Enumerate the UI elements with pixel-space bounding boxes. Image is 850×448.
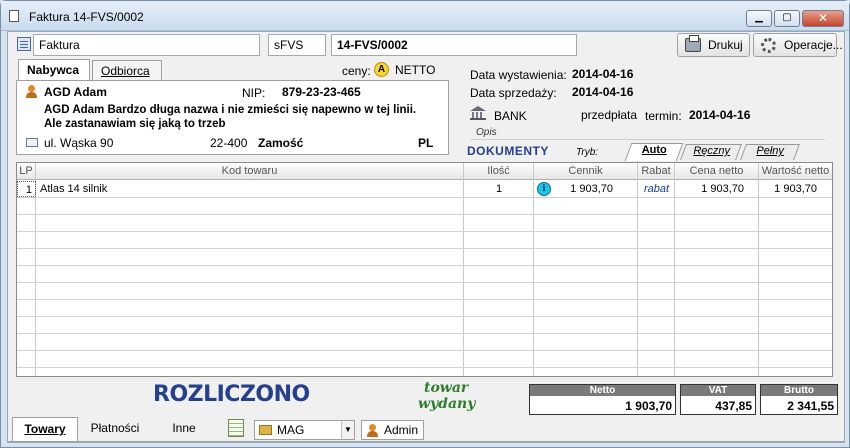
tab-goods[interactable]: Towary	[12, 417, 78, 441]
vat-total-value: 437,85	[715, 399, 752, 413]
row-line	[17, 214, 832, 215]
cell-price-list[interactable]: 1 903,70	[552, 181, 616, 197]
net-total-label: Netto	[530, 385, 675, 396]
gross-total-box: Brutto 2 341,55	[760, 384, 838, 415]
tab-auto[interactable]: Auto	[624, 143, 684, 161]
series-field[interactable]: sFVS	[268, 34, 326, 56]
buyer-postal-code: 22-400	[210, 136, 248, 150]
items-table: LP Kod towaru Ilość Cennik Rabat Cena ne…	[16, 162, 833, 377]
payment-kind[interactable]: przedpłata	[581, 108, 637, 122]
app-icon	[9, 10, 19, 22]
cell-discount[interactable]: rabat	[638, 181, 675, 197]
row-line	[17, 350, 832, 351]
tab-payments[interactable]: Płatności	[81, 417, 149, 441]
price-level-badge[interactable]: A	[374, 62, 389, 77]
sale-date-label: Data sprzedaży:	[470, 86, 557, 100]
buyer-short-name[interactable]: AGD Adam	[44, 85, 107, 99]
user-button[interactable]: Admin	[361, 420, 424, 440]
description-label[interactable]: Opis	[476, 127, 497, 138]
cell-lp[interactable]: 1	[17, 181, 36, 197]
separator	[470, 139, 825, 140]
cell-qty[interactable]: 1	[464, 181, 534, 197]
row-line	[17, 299, 832, 300]
row-line	[17, 265, 832, 266]
gross-total-label: Brutto	[761, 385, 837, 396]
buyer-panel: AGD Adam NIP: 879-23-23-465 AGD Adam Bar…	[16, 80, 449, 155]
mode-label: Tryb:	[576, 147, 599, 158]
buyer-city: Zamość	[258, 136, 304, 150]
tab-buyer[interactable]: Nabywca	[18, 59, 90, 80]
printer-icon	[685, 35, 701, 52]
nip-label: NIP:	[242, 86, 266, 100]
cell-net-price[interactable]: 1 903,70	[675, 181, 747, 197]
issue-date[interactable]: 2014-04-16	[572, 67, 633, 81]
row-line	[17, 282, 832, 283]
net-total-box: Netto 1 903,70	[529, 384, 676, 415]
warehouse-select[interactable]: MAG ▼	[254, 420, 355, 440]
tab-full[interactable]: Pełny	[740, 144, 800, 160]
payment-method[interactable]: BANK	[494, 109, 527, 123]
window-content: Faktura sFVS 14-FVS/0002 Drukuj Operacje…	[7, 31, 845, 443]
user-name: Admin	[384, 423, 419, 437]
gross-total-value: 2 341,55	[787, 399, 834, 413]
user-icon	[366, 424, 379, 437]
row-line	[17, 248, 832, 249]
term-date[interactable]: 2014-04-16	[689, 108, 750, 122]
person-icon	[25, 85, 38, 98]
print-button[interactable]: Drukuj	[677, 33, 750, 57]
minimize-button[interactable]: ▁	[746, 10, 772, 27]
document-icon	[17, 37, 31, 51]
warehouse-icon	[259, 425, 272, 435]
sale-date[interactable]: 2014-04-16	[572, 85, 633, 99]
row-line	[17, 316, 832, 317]
tab-recipient[interactable]: Odbiorca	[92, 60, 162, 80]
warehouse-value: MAG	[277, 423, 305, 437]
price-mode: NETTO	[395, 63, 436, 77]
term-label: termin:	[645, 109, 682, 123]
cell-net-value[interactable]: 1 903,70	[759, 181, 820, 197]
col-header-net-value[interactable]: Wartość netto	[759, 163, 832, 180]
operations-button[interactable]: Operacje...	[753, 33, 843, 57]
goods-issued-line2: wydany	[418, 396, 476, 412]
info-icon[interactable]: i	[537, 182, 551, 196]
tab-other[interactable]: Inne	[154, 417, 214, 441]
goods-issued-line1: towar	[424, 380, 469, 396]
buyer-country: PL	[418, 136, 434, 150]
bank-icon	[470, 106, 486, 120]
buyer-full-name-line1: AGD Adam Bardzo długa nazwa i nie zmieśc…	[44, 104, 417, 116]
nip-value[interactable]: 879-23-23-465	[282, 85, 361, 99]
buyer-street: ul. Wąska 90	[44, 136, 114, 150]
close-button[interactable]: ✕	[802, 10, 844, 27]
net-total-value: 1 903,70	[625, 399, 672, 413]
row-line	[17, 231, 832, 232]
prices-label: ceny:	[342, 64, 371, 78]
print-label: Drukuj	[708, 38, 743, 52]
operations-label: Operacje...	[784, 38, 843, 52]
chevron-down-icon[interactable]: ▼	[341, 421, 354, 439]
tab-manual[interactable]: Ręczny	[680, 144, 742, 160]
issue-date-label: Data wystawienia:	[470, 68, 567, 82]
buyer-full-name-line2: Ale zastanawiam się jaką to trzeb	[44, 118, 226, 130]
vat-total-box: VAT 437,85	[680, 384, 756, 415]
document-type-field[interactable]: Faktura	[33, 34, 260, 56]
window-title: Faktura 14-FVS/0002	[29, 10, 144, 24]
vat-total-label: VAT	[681, 385, 755, 396]
gear-icon	[761, 38, 776, 53]
row-line	[17, 333, 832, 334]
bottom-divider	[8, 441, 844, 442]
row-line	[17, 197, 832, 198]
maximize-button[interactable]: ▢	[774, 10, 800, 27]
address-icon	[26, 138, 38, 147]
cell-code[interactable]: Atlas 14 silnik	[37, 181, 110, 197]
row-line	[17, 367, 832, 368]
invoice-window: Faktura 14-FVS/0002 ▁ ▢ ✕ Faktura sFVS 1…	[0, 0, 850, 448]
notes-icon[interactable]	[228, 419, 244, 437]
settled-stamp: ROZLICZONO	[153, 382, 310, 407]
title-bar[interactable]: Faktura 14-FVS/0002 ▁ ▢ ✕	[1, 1, 849, 31]
document-number-field[interactable]: 14-FVS/0002	[331, 34, 577, 56]
documents-label: DOKUMENTY	[467, 144, 549, 158]
